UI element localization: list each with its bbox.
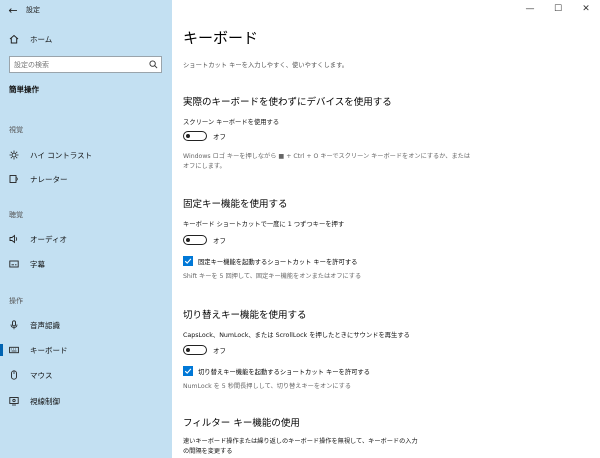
sidebar-item-home[interactable]: ホーム	[0, 28, 172, 50]
section-title-onscreen-keyboard: 実際のキーボードを使わずにデバイスを使用する	[183, 97, 392, 108]
sidebar-item-label: ホーム	[30, 34, 53, 44]
sidebar-item-speech[interactable]: 音声認識	[0, 314, 172, 336]
maximize-button[interactable]: ☐	[544, 0, 572, 18]
search-input[interactable]	[14, 60, 145, 69]
description-line: 速いキーボード操作または繰り返しのキーボード操作を無視して、キーボードの入力	[183, 438, 418, 445]
sticky-keys-toggle[interactable]	[183, 235, 207, 245]
sidebar-item-captions[interactable]: 字幕	[0, 253, 172, 275]
option-label-toggle-keys: CapsLock、NumLock、または ScrollLock を押したときにサ…	[183, 332, 410, 339]
sticky-keys-shortcut-checkbox[interactable]	[183, 256, 193, 266]
home-icon	[0, 34, 30, 44]
sidebar-item-label: キーボード	[30, 345, 68, 355]
toggle-row-sticky-keys: オフ	[183, 235, 226, 245]
onscreen-keyboard-toggle[interactable]	[183, 131, 207, 141]
minimize-button[interactable]: —	[516, 0, 544, 18]
close-button[interactable]: ✕	[572, 0, 600, 18]
sidebar-item-label: 字幕	[30, 259, 45, 269]
checkbox-label: 切り替えキー機能を起動するショートカット キーを許可する	[198, 368, 371, 376]
description-line: オフにします。	[183, 163, 226, 170]
app-title: 設定	[26, 6, 40, 14]
onscreen-keyboard-description: Windows ロゴ キーを押しながら ■ + Ctrl + O キーでスクリー…	[183, 152, 470, 172]
captions-icon	[0, 259, 30, 269]
narrator-icon	[0, 174, 30, 184]
sidebar: ← 設定 ホーム 簡単操作 視覚 ハイ コントラスト ナレーター 聴覚 オーディ…	[0, 0, 172, 458]
keyboard-icon	[0, 345, 30, 355]
sidebar-item-high-contrast[interactable]: ハイ コントラスト	[0, 144, 172, 166]
sidebar-item-mouse[interactable]: マウス	[0, 364, 172, 386]
sidebar-item-eye-control[interactable]: 視線制御	[0, 390, 172, 412]
title-bar: ← 設定	[0, 0, 172, 20]
filter-keys-description: 速いキーボード操作または繰り返しのキーボード操作を無視して、キーボードの入力 の…	[183, 437, 418, 457]
group-label-hearing: 聴覚	[9, 211, 23, 219]
search-icon[interactable]	[145, 60, 161, 69]
group-label-interaction: 操作	[9, 297, 23, 305]
mouse-icon	[0, 370, 30, 380]
toggle-state: オフ	[213, 237, 226, 245]
sidebar-item-label: オーディオ	[30, 234, 67, 244]
window-controls: — ☐ ✕	[516, 0, 600, 20]
toggle-row-toggle-keys: オフ	[183, 345, 226, 355]
check-row-toggle-keys-shortcut: 切り替えキー機能を起動するショートカット キーを許可する	[183, 366, 370, 376]
check-row-sticky-keys-shortcut: 固定キー機能を起動するショートカット キーを許可する	[183, 256, 357, 266]
toggle-keys-shortcut-checkbox[interactable]	[183, 366, 193, 376]
description-line: の間隔を変更する	[183, 448, 233, 455]
group-label-vision: 視覚	[9, 126, 23, 134]
search-box[interactable]	[9, 56, 162, 73]
page-title: キーボード	[183, 29, 259, 47]
sidebar-item-label: ハイ コントラスト	[30, 150, 93, 160]
toggle-keys-description: NumLock を 5 秒間長押しして、切り替えキーをオンにする	[183, 383, 352, 390]
microphone-icon	[0, 320, 30, 330]
toggle-keys-toggle[interactable]	[183, 345, 207, 355]
page-description: ショートカット キーを入力しやすく、使いやすくします。	[183, 62, 349, 69]
toggle-state: オフ	[213, 347, 226, 355]
option-label-onscreen-keyboard: スクリーン キーボードを使用する	[183, 119, 280, 126]
checkbox-label: 固定キー機能を起動するショートカット キーを許可する	[198, 258, 358, 266]
sidebar-item-label: ナレーター	[30, 174, 68, 184]
toggle-row-onscreen-keyboard: オフ	[183, 131, 226, 141]
content-pane: — ☐ ✕ キーボード ショートカット キーを入力しやすく、使いやすくします。 …	[172, 0, 600, 458]
option-label-sticky-keys: キーボード ショートカットで一度に 1 つずつキーを押す	[183, 221, 345, 228]
speaker-icon	[0, 234, 30, 244]
description-line: Windows ロゴ キーを押しながら ■ + Ctrl + O キーでスクリー…	[183, 153, 471, 160]
category-heading: 簡単操作	[9, 85, 39, 94]
sidebar-item-audio[interactable]: オーディオ	[0, 228, 172, 250]
sidebar-item-keyboard[interactable]: キーボード	[0, 339, 172, 361]
sidebar-item-label: 音声認識	[30, 320, 60, 330]
checkmark-icon	[184, 368, 192, 374]
sidebar-item-label: マウス	[30, 370, 53, 380]
section-title-filter-keys: フィルター キー機能の使用	[183, 418, 300, 429]
sidebar-item-narrator[interactable]: ナレーター	[0, 168, 172, 190]
sidebar-item-label: 視線制御	[30, 396, 60, 406]
toggle-state: オフ	[213, 133, 226, 141]
back-button[interactable]: ←	[0, 0, 26, 20]
section-title-sticky-keys: 固定キー機能を使用する	[183, 199, 288, 210]
brightness-icon	[0, 150, 30, 160]
checkmark-icon	[184, 258, 192, 264]
sticky-keys-description: Shift キーを 5 回押して、固定キー機能をオンまたはオフにする	[183, 273, 362, 280]
eye-control-icon	[0, 396, 30, 406]
section-title-toggle-keys: 切り替えキー機能を使用する	[183, 310, 307, 321]
